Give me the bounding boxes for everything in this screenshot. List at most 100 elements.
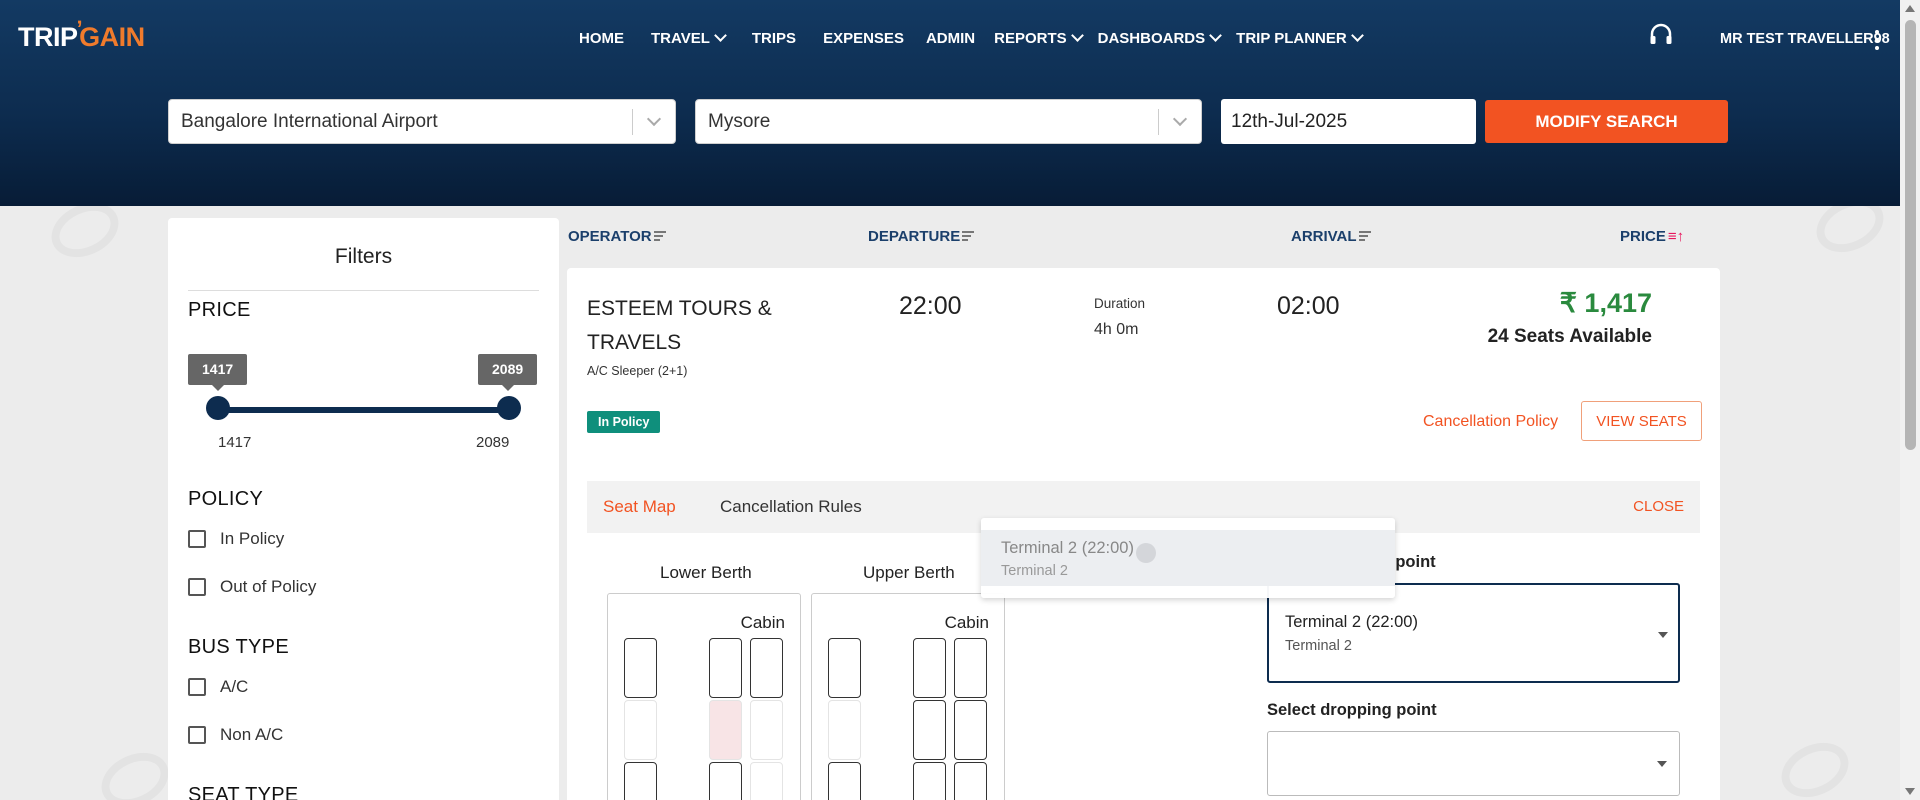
sleeper-seat[interactable] [954, 700, 987, 760]
duration-value: 4h 0m [1094, 321, 1139, 338]
divider [188, 290, 539, 291]
price-max-tooltip: 2089 [478, 354, 538, 391]
sleeper-seat[interactable] [709, 762, 742, 800]
chevron-down-icon[interactable] [1159, 111, 1201, 127]
modify-search-button[interactable]: MODIFY SEARCH [1485, 100, 1728, 143]
option-subtext: Terminal 2 [1001, 563, 1068, 579]
sort-departure[interactable]: DEPARTURE [868, 228, 975, 245]
tab-seat-map[interactable]: Seat Map [603, 497, 676, 517]
sort-arrival[interactable]: ARRIVAL [1291, 228, 1371, 245]
background-pattern [93, 743, 178, 800]
tripgain-logo[interactable]: TRIPʼGAIN [18, 16, 145, 53]
checkbox[interactable] [188, 530, 206, 548]
nav-expenses[interactable]: EXPENSES [823, 30, 904, 47]
sleeper-seat[interactable] [709, 638, 742, 698]
top-header: TRIPʼGAIN HOME TRAVEL TRIPS EXPENSES ADM… [0, 0, 1900, 206]
chevron-down-icon [714, 29, 727, 42]
price-min-tooltip: 1417 [188, 354, 248, 391]
page-scrollbar[interactable] [1900, 0, 1920, 800]
more-options-icon[interactable] [1874, 30, 1880, 50]
nav-trips[interactable]: TRIPS [752, 30, 796, 47]
checkbox-label: A/C [220, 677, 249, 696]
price-slider-min-handle[interactable] [206, 396, 230, 420]
sleeper-seat[interactable] [624, 762, 657, 800]
main-nav: HOME TRAVEL TRIPS EXPENSES ADMIN REPORTS… [579, 29, 1364, 47]
sleeper-seat[interactable] [954, 638, 987, 698]
sort-label: DEPARTURE [868, 228, 961, 245]
bus-type-filter-heading: BUS TYPE [188, 636, 289, 658]
duration-label: Duration [1094, 296, 1146, 311]
caret-down-icon [1658, 632, 1668, 638]
filter-out-of-policy[interactable]: Out of Policy [188, 577, 316, 597]
sort-icon [653, 230, 666, 243]
tab-cancellation-rules[interactable]: Cancellation Rules [720, 497, 862, 517]
scrollbar-thumb[interactable] [1905, 20, 1916, 450]
boarding-point-select[interactable]: Terminal 2 (22:00) Terminal 2 [1267, 583, 1680, 683]
cabin-label: Cabin [740, 613, 785, 632]
logo-text-gain: GAIN [79, 22, 145, 52]
seat-type-filter-heading: SEAT TYPE [188, 784, 299, 800]
sleeper-seat[interactable] [954, 762, 987, 800]
to-location-value: Mysore [708, 110, 771, 132]
price-slider-track[interactable] [218, 407, 508, 413]
sleeper-seat[interactable] [828, 638, 861, 698]
nav-dashboards[interactable]: DASHBOARDS [1097, 29, 1223, 47]
boarding-selected-value: Terminal 2 (22:00) [1285, 613, 1418, 631]
sleeper-seat[interactable] [828, 762, 861, 800]
nav-label: HOME [579, 30, 624, 47]
caret-down-icon [1657, 761, 1667, 767]
checkbox[interactable] [188, 726, 206, 744]
nav-home[interactable]: HOME [579, 30, 624, 47]
nav-admin[interactable]: ADMIN [926, 30, 975, 47]
boarding-option[interactable]: Terminal 2 (22:00) Terminal 2 [981, 530, 1395, 586]
filter-in-policy[interactable]: In Policy [188, 529, 284, 549]
to-location-select[interactable]: Mysore [695, 99, 1202, 144]
policy-badge: In Policy [587, 411, 661, 433]
from-location-select[interactable]: Bangalore International Airport [168, 99, 676, 144]
travel-date-input[interactable]: 12th-Jul-2025 [1221, 99, 1476, 144]
checkbox[interactable] [188, 578, 206, 596]
sort-label: OPERATOR [568, 228, 652, 245]
nav-label: DASHBOARDS [1097, 30, 1206, 47]
lower-berth-map: Cabin [607, 593, 801, 800]
close-seat-panel-button[interactable]: CLOSE [1633, 498, 1684, 515]
bus-type: A/C Sleeper (2+1) [587, 364, 688, 378]
upper-berth-title: Upper Berth [863, 563, 955, 582]
sort-price[interactable]: PRICE ≡↑ [1620, 228, 1684, 245]
checkbox[interactable] [188, 678, 206, 696]
chevron-down-icon [1209, 29, 1223, 42]
sort-operator[interactable]: OPERATOR [568, 228, 666, 245]
sleeper-seat[interactable] [624, 638, 657, 698]
sleeper-seat[interactable] [913, 700, 946, 760]
headset-support-icon[interactable] [1648, 22, 1674, 48]
ripple-effect [1136, 543, 1156, 563]
operator-name: ESTEEM TOURS & TRAVELS [587, 297, 772, 354]
chevron-down-icon[interactable] [633, 111, 675, 127]
nav-label: REPORTS [994, 30, 1067, 47]
sleeper-seat[interactable] [913, 762, 946, 800]
sort-ascending-icon: ≡↑ [1667, 228, 1685, 245]
view-seats-button[interactable]: VIEW SEATS [1581, 401, 1702, 441]
checkbox-label: In Policy [220, 529, 285, 548]
scroll-down-arrow-icon[interactable] [1905, 788, 1915, 795]
boarding-point-dropdown-menu: Terminal 2 (22:00) Terminal 2 [981, 518, 1395, 598]
sleeper-seat-unavailable [750, 762, 783, 800]
dropping-point-select[interactable] [1267, 731, 1680, 796]
from-location-value: Bangalore International Airport [181, 110, 438, 132]
price-slider-max-handle[interactable] [497, 396, 521, 420]
cancellation-policy-link[interactable]: Cancellation Policy [1423, 413, 1558, 431]
nav-label: TRAVEL [651, 30, 710, 47]
filter-non-ac[interactable]: Non A/C [188, 725, 283, 745]
logo-tick-icon: ʼ [76, 16, 83, 41]
sort-label: ARRIVAL [1291, 228, 1357, 245]
chevron-down-icon [1070, 29, 1084, 42]
nav-travel[interactable]: TRAVEL [651, 29, 727, 47]
filter-ac[interactable]: A/C [188, 677, 248, 697]
sleeper-seat[interactable] [750, 638, 783, 698]
sleeper-seat[interactable] [913, 638, 946, 698]
nav-reports[interactable]: REPORTS [994, 29, 1084, 47]
user-menu[interactable]: MR TEST TRAVELLER98 [1720, 31, 1890, 47]
nav-trip-planner[interactable]: TRIP PLANNER [1236, 29, 1364, 47]
scroll-up-arrow-icon[interactable] [1905, 5, 1915, 12]
logo-text-trip: TRIP [18, 22, 78, 52]
